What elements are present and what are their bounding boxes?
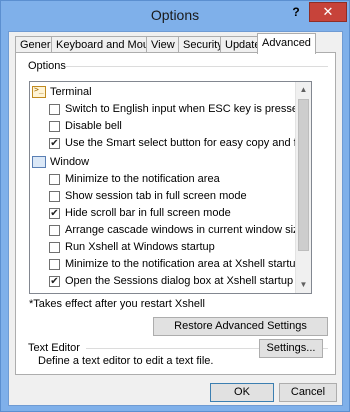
checkbox[interactable]: ✔ [49, 138, 60, 149]
advanced-tab-panel: Options Terminal Switch to English input… [15, 52, 336, 375]
close-button[interactable]: ✕ [309, 2, 347, 22]
close-icon: ✕ [322, 4, 334, 19]
restore-advanced-settings-button[interactable]: Restore Advanced Settings [153, 317, 328, 336]
item-label: Hide scroll bar in full screen mode [65, 207, 231, 219]
terminal-icon [32, 85, 46, 98]
vertical-scrollbar[interactable]: ▲ ▼ [295, 82, 311, 293]
list-item[interactable]: Minimize to the notification area at Xsh… [30, 256, 302, 273]
options-dialog: Options ? ✕ General Keyboard and Mouse V… [0, 0, 350, 412]
checkbox[interactable] [49, 225, 60, 236]
options-list[interactable]: Terminal Switch to English input when ES… [29, 81, 312, 294]
cancel-button[interactable]: Cancel [279, 383, 337, 402]
item-label: Switch to English input when ESC key is … [65, 103, 305, 115]
dialog-body: General Keyboard and Mouse View Security… [8, 31, 343, 406]
text-editor-group-label: Text Editor [28, 342, 80, 354]
item-label: Open the Sessions dialog box at Xshell s… [65, 275, 294, 287]
help-button[interactable]: ? [285, 3, 307, 21]
ok-button[interactable]: OK [210, 383, 274, 402]
checkbox[interactable]: ✔ [49, 208, 60, 219]
list-item[interactable]: Run Xshell at Windows startup [30, 239, 296, 256]
item-label: Run Xshell at Windows startup [65, 241, 215, 253]
item-label: Minimize to the notification area [65, 173, 220, 185]
checkbox[interactable] [49, 191, 60, 202]
restart-note: *Takes effect after you restart Xshell [29, 298, 205, 310]
checkbox[interactable] [49, 242, 60, 253]
checkbox[interactable] [49, 259, 60, 270]
item-label: Minimize to the notification area at Xsh… [65, 258, 302, 270]
category-label: Terminal [50, 86, 92, 98]
scroll-thumb[interactable] [298, 99, 309, 251]
list-item[interactable]: Disable bell [30, 118, 296, 135]
list-item[interactable]: Minimize to the notification area [30, 171, 296, 188]
list-item[interactable]: ✔ Open the Sessions dialog box at Xshell… [30, 273, 296, 290]
item-label: Use the Smart select button for easy cop… [65, 137, 311, 149]
category-terminal: Terminal [30, 84, 296, 101]
text-editor-description: Define a text editor to edit a text file… [38, 355, 214, 367]
scroll-up-icon[interactable]: ▲ [296, 82, 311, 98]
checkbox[interactable]: ✔ [49, 276, 60, 287]
scroll-down-icon[interactable]: ▼ [296, 277, 311, 293]
settings-button[interactable]: Settings... [259, 339, 323, 358]
checkbox[interactable] [49, 104, 60, 115]
tab-view[interactable]: View [146, 36, 180, 53]
options-divider [66, 66, 328, 67]
item-label: Disable bell [65, 120, 122, 132]
title-bar[interactable]: Options ? ✕ [1, 1, 349, 31]
list-item[interactable]: Show session tab in full screen mode [30, 188, 296, 205]
options-group-label: Options [28, 60, 66, 72]
category-label: Window [50, 156, 90, 168]
item-label: Arrange cascade windows in current windo… [65, 224, 305, 236]
list-item[interactable]: ✔ Use the Smart select button for easy c… [30, 135, 311, 152]
window-icon [32, 156, 46, 168]
checkbox[interactable] [49, 174, 60, 185]
list-item[interactable]: Switch to English input when ESC key is … [30, 101, 304, 118]
list-item[interactable]: Arrange cascade windows in current windo… [30, 222, 305, 239]
checkbox[interactable] [49, 121, 60, 132]
category-window: Window [30, 154, 296, 171]
tab-advanced[interactable]: Advanced [257, 33, 316, 54]
list-item[interactable]: ✔ Hide scroll bar in full screen mode [30, 205, 296, 222]
item-label: Show session tab in full screen mode [65, 190, 247, 202]
